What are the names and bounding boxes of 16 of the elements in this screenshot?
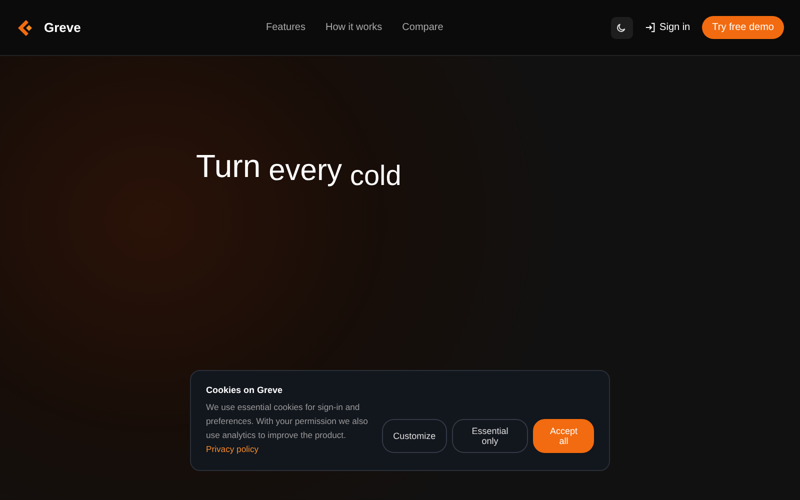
headline-word: cold xyxy=(350,160,402,192)
sign-in-icon xyxy=(644,22,656,33)
nav-link[interactable]: Compare xyxy=(402,22,444,33)
headline-word: every xyxy=(268,154,342,188)
nav-link[interactable]: How it works xyxy=(325,22,382,33)
banner-title: Cookies on Greve xyxy=(206,385,284,395)
banner-text: We use essential cookies for sign-in and preferences. With your permission we also use analytics to improve the product. Privacy policy xyxy=(206,401,369,456)
theme-toggle-button[interactable] xyxy=(610,16,633,38)
headline-word: Turn xyxy=(196,148,261,185)
privacy-link[interactable]: Privacy policy xyxy=(206,444,259,454)
moon-icon xyxy=(616,22,628,33)
nav-link[interactable]: Features xyxy=(266,22,306,33)
brand-name: Greve xyxy=(44,20,81,35)
cookie-button[interactable]: Essential only xyxy=(452,419,528,453)
cookie-button[interactable]: Customize xyxy=(382,419,447,453)
sign-in-button[interactable]: Sign in xyxy=(640,22,694,33)
